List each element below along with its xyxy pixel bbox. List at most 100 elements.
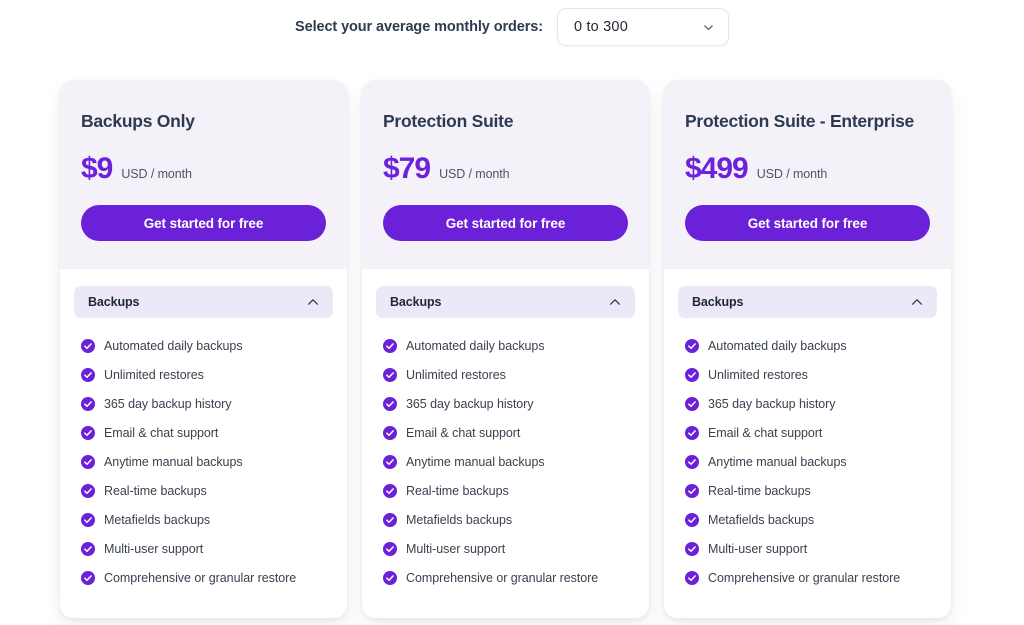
get-started-button[interactable]: Get started for free — [685, 205, 930, 241]
feature-item: Email & chat support — [678, 418, 937, 447]
check-circle-icon — [685, 367, 699, 382]
feature-label: Metafields backups — [406, 512, 513, 527]
feature-item: Metafields backups — [376, 505, 635, 534]
feature-label: Multi-user support — [708, 541, 808, 556]
check-circle-icon — [81, 570, 95, 585]
pricing-page: Select your average monthly orders: 0 to… — [0, 0, 1024, 625]
feature-label: Email & chat support — [104, 425, 219, 440]
feature-label: Unlimited restores — [406, 367, 506, 382]
backups-section-toggle[interactable]: Backups — [74, 286, 333, 318]
feature-label: 365 day backup history — [406, 396, 534, 411]
feature-label: Comprehensive or granular restore — [406, 570, 599, 585]
orders-select-value: 0 to 300 — [573, 19, 628, 35]
backups-section-title: Backups — [88, 295, 140, 309]
plan-price: $79 — [383, 152, 431, 185]
feature-label: Multi-user support — [406, 541, 506, 556]
feature-item: Real-time backups — [376, 476, 635, 505]
feature-item: Real-time backups — [678, 476, 937, 505]
feature-item: Automated daily backups — [74, 331, 333, 360]
feature-item: 365 day backup history — [678, 389, 937, 418]
check-circle-icon — [81, 454, 95, 469]
feature-item: Anytime manual backups — [678, 447, 937, 476]
plan-title: Backups Only — [81, 111, 195, 131]
feature-label: Email & chat support — [406, 425, 521, 440]
pricing-card-header: Backups Only $9 USD / month Get started … — [60, 80, 347, 269]
pricing-card-body: Backups Automated daily backups Unlimite… — [60, 269, 347, 618]
feature-label: Comprehensive or granular restore — [104, 570, 297, 585]
check-circle-icon — [685, 425, 699, 440]
feature-item: Multi-user support — [376, 534, 635, 563]
check-circle-icon — [383, 512, 397, 527]
feature-label: Real-time backups — [104, 483, 207, 498]
plan-price: $499 — [685, 152, 749, 185]
feature-item: Unlimited restores — [678, 360, 937, 389]
check-circle-icon — [81, 425, 95, 440]
backups-section-toggle[interactable]: Backups — [678, 286, 937, 318]
feature-item: Unlimited restores — [376, 360, 635, 389]
check-circle-icon — [685, 541, 699, 556]
feature-item: Comprehensive or granular restore — [74, 563, 333, 592]
feature-item: 365 day backup history — [74, 389, 333, 418]
feature-item: Comprehensive or granular restore — [376, 563, 635, 592]
orders-selector-label: Select your average monthly orders: — [295, 19, 543, 35]
plan-price-row: $9 USD / month — [81, 154, 326, 184]
feature-list: Automated daily backups Unlimited restor… — [74, 331, 333, 592]
feature-item: Multi-user support — [74, 534, 333, 563]
orders-selector-row: Select your average monthly orders: 0 to… — [0, 8, 1024, 46]
feature-label: Automated daily backups — [708, 338, 847, 353]
feature-item: Metafields backups — [74, 505, 333, 534]
feature-list: Automated daily backups Unlimited restor… — [376, 331, 635, 592]
plan-price-unit: USD / month — [121, 167, 192, 181]
feature-item: Anytime manual backups — [376, 447, 635, 476]
backups-section-title: Backups — [390, 295, 442, 309]
check-circle-icon — [81, 367, 95, 382]
backups-section-title: Backups — [692, 295, 744, 309]
feature-item: Multi-user support — [678, 534, 937, 563]
feature-label: Real-time backups — [406, 483, 509, 498]
feature-item: Comprehensive or granular restore — [678, 563, 937, 592]
plan-title: Protection Suite - Enterprise — [685, 111, 915, 131]
plan-price-unit: USD / month — [756, 167, 828, 181]
feature-label: Automated daily backups — [104, 338, 243, 353]
feature-label: Metafields backups — [104, 512, 211, 527]
feature-item: Email & chat support — [376, 418, 635, 447]
check-circle-icon — [383, 425, 397, 440]
get-started-button[interactable]: Get started for free — [81, 205, 326, 241]
pricing-card-body: Backups Automated daily backups Unlimite… — [362, 269, 649, 618]
pricing-card-list: Backups Only $9 USD / month Get started … — [60, 80, 964, 618]
check-circle-icon — [685, 483, 699, 498]
feature-label: 365 day backup history — [104, 396, 232, 411]
feature-label: Comprehensive or granular restore — [708, 570, 901, 585]
pricing-card-body: Backups Automated daily backups Unlimite… — [664, 269, 951, 618]
chevron-up-icon[interactable] — [608, 295, 622, 309]
plan-price: $9 — [81, 152, 113, 185]
feature-label: Unlimited restores — [708, 367, 808, 382]
feature-label: 365 day backup history — [708, 396, 836, 411]
chevron-up-icon[interactable] — [910, 295, 924, 309]
check-circle-icon — [685, 396, 699, 411]
backups-section-toggle[interactable]: Backups — [376, 286, 635, 318]
feature-label: Multi-user support — [104, 541, 204, 556]
check-circle-icon — [685, 338, 699, 353]
feature-item: Unlimited restores — [74, 360, 333, 389]
pricing-card-2: Protection Suite $79 USD / month Get sta… — [362, 80, 649, 618]
feature-label: Anytime manual backups — [406, 454, 545, 469]
check-circle-icon — [81, 483, 95, 498]
check-circle-icon — [81, 338, 95, 353]
feature-label: Anytime manual backups — [708, 454, 847, 469]
plan-title: Protection Suite — [383, 111, 514, 131]
feature-item: Email & chat support — [74, 418, 333, 447]
check-circle-icon — [81, 541, 95, 556]
feature-list: Automated daily backups Unlimited restor… — [678, 331, 937, 592]
check-circle-icon — [383, 570, 397, 585]
plan-price-unit: USD / month — [439, 167, 510, 181]
get-started-button[interactable]: Get started for free — [383, 205, 628, 241]
feature-item: Anytime manual backups — [74, 447, 333, 476]
chevron-up-icon[interactable] — [306, 295, 320, 309]
plan-price-row: $499 USD / month — [685, 154, 930, 184]
orders-select[interactable]: 0 to 300 — [556, 8, 729, 46]
check-circle-icon — [383, 454, 397, 469]
feature-item: Metafields backups — [678, 505, 937, 534]
check-circle-icon — [685, 570, 699, 585]
pricing-card-header: Protection Suite - Enterprise $499 USD /… — [664, 80, 951, 269]
